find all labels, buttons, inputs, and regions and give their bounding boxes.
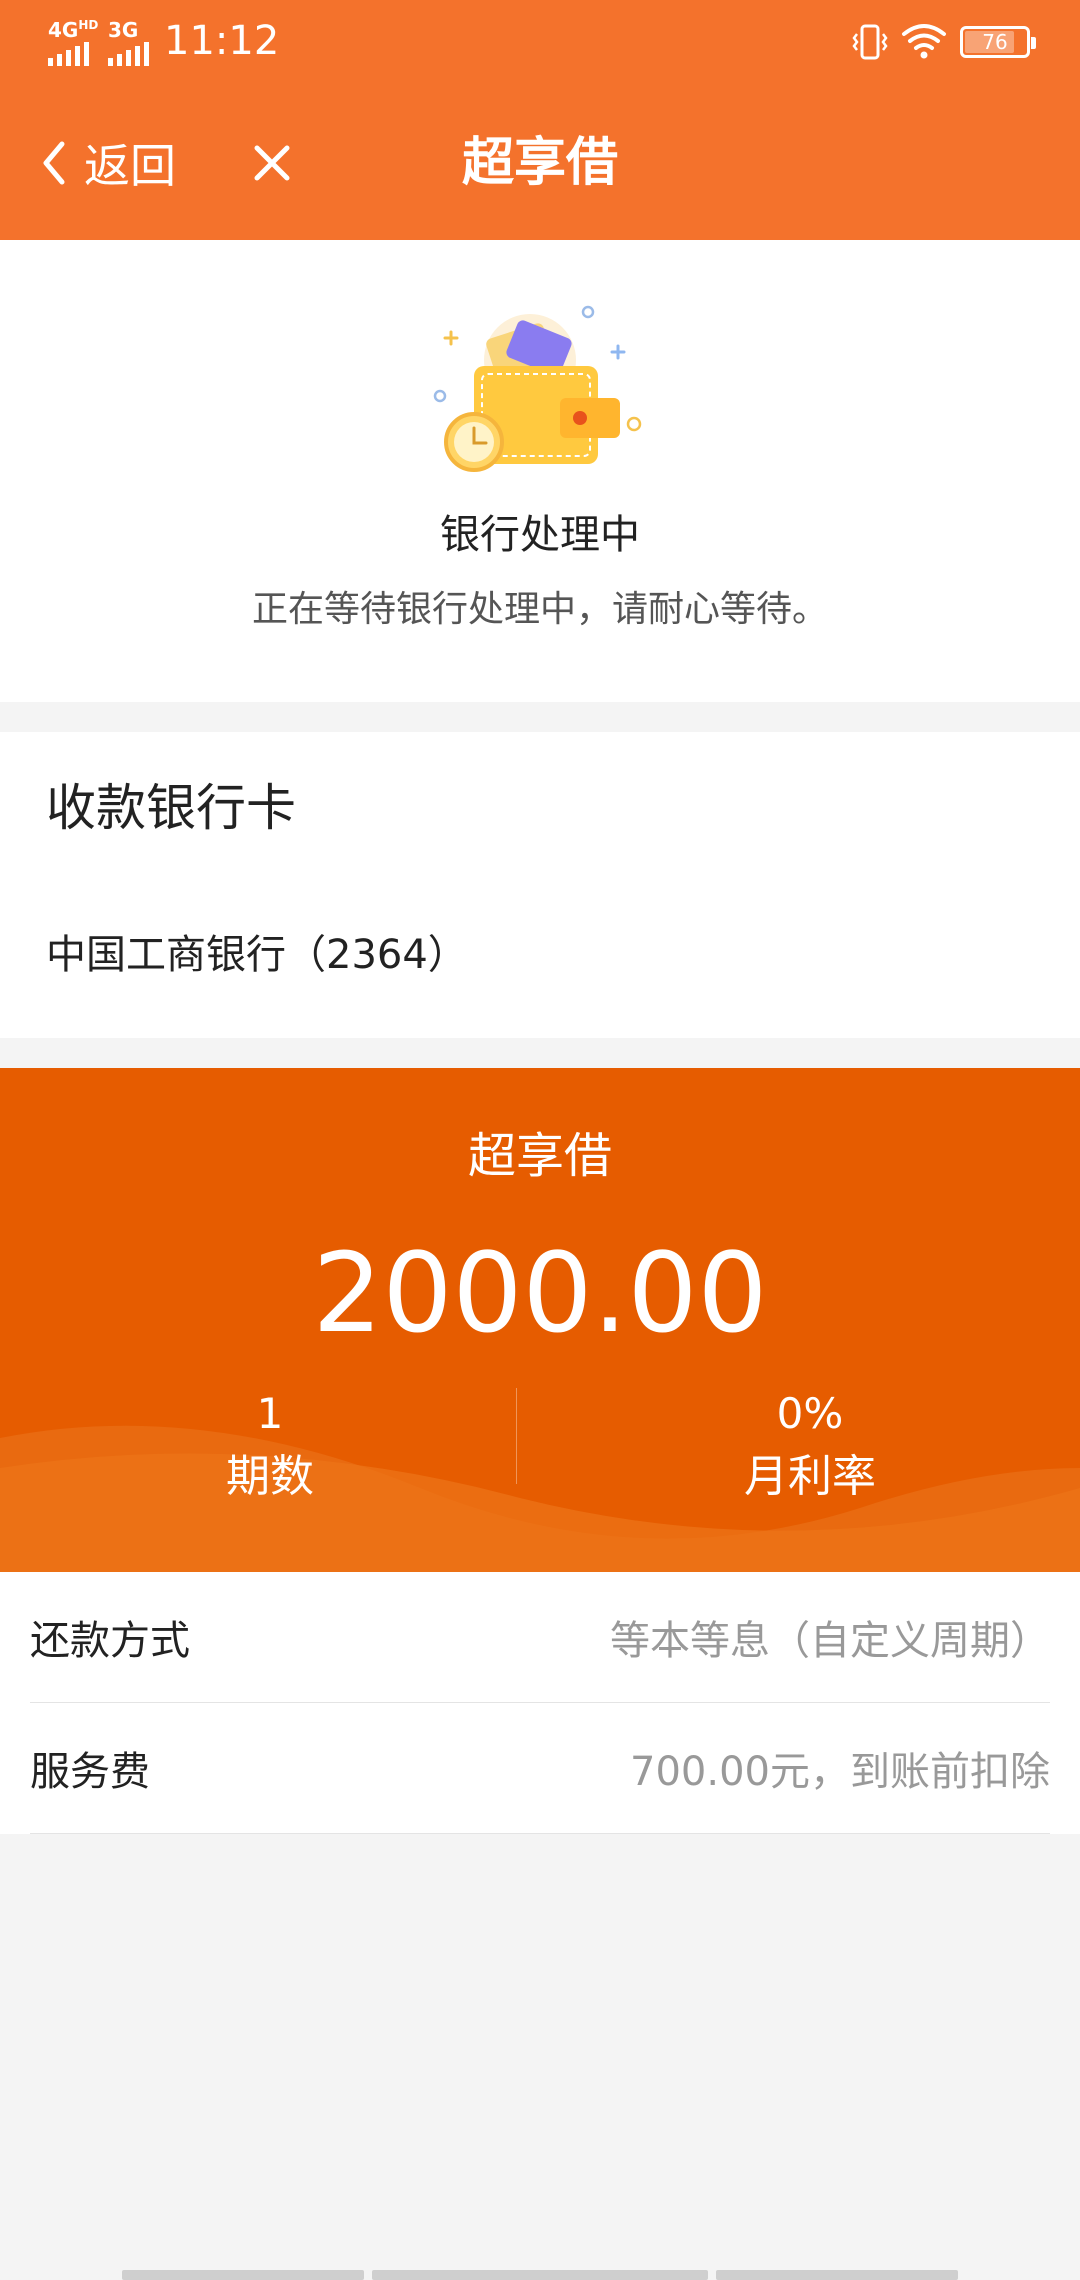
nav-gesture-bar[interactable] (716, 2270, 958, 2280)
periods-label: 期数 (226, 1451, 314, 1502)
rate-stat: 0% 月利率 (540, 1386, 1080, 1508)
bank-account: 中国工商银行（2364） (46, 932, 468, 978)
rate-label: 月利率 (744, 1451, 876, 1502)
battery-icon: 76 (960, 26, 1036, 58)
wifi-icon (902, 24, 946, 59)
status-bar: 4GHD 3G 11:12 76 (0, 0, 1080, 84)
service-fee-row: 服务费 700.00元，到账前扣除 (30, 1703, 1050, 1834)
loan-amount: 2000.00 (312, 1229, 768, 1357)
wallet-illustration-icon (433, 305, 642, 472)
nav-bar: 返回 超享借 (0, 110, 1080, 220)
status-title: 银行处理中 (440, 512, 640, 558)
loan-info-list: 还款方式 等本等息（自定义周期） 服务费 700.00元，到账前扣除 (0, 1572, 1080, 1834)
vibrate-icon (852, 24, 888, 60)
battery-level: 76 (982, 30, 1008, 54)
network-type-4g: 4GHD (48, 18, 99, 42)
processing-status-card: 银行处理中 正在等待银行处理中，请耐心等待。 (0, 240, 1080, 702)
signal-bars-icon (48, 42, 89, 66)
status-description: 正在等待银行处理中，请耐心等待。 (251, 589, 828, 630)
stat-divider (516, 1388, 517, 1484)
service-fee-label: 服务费 (30, 1749, 150, 1795)
periods-value: 1 (256, 1389, 284, 1438)
service-fee-value: 700.00元，到账前扣除 (630, 1749, 1050, 1795)
loan-product-name: 超享借 (467, 1128, 612, 1184)
receiving-bank-card-section: 收款银行卡 中国工商银行（2364） (0, 732, 1080, 1038)
repayment-method-value: 等本等息（自定义周期） (610, 1618, 1050, 1664)
signal-bars-icon (108, 42, 149, 66)
network-type-3g: 3G (108, 18, 139, 42)
loan-summary-panel: 超享借 2000.00 1 期数 0% 月利率 (0, 1068, 1080, 1572)
nav-gesture-bar[interactable] (372, 2270, 708, 2280)
section-title: 收款银行卡 (46, 779, 296, 837)
repayment-method-row: 还款方式 等本等息（自定义周期） (30, 1572, 1050, 1703)
page-title: 超享借 (461, 133, 618, 193)
nav-gesture-bar[interactable] (122, 2270, 364, 2280)
periods-stat: 1 期数 (0, 1386, 540, 1508)
rate-value: 0% (776, 1389, 844, 1438)
status-time: 11:12 (164, 18, 280, 64)
repayment-method-label: 还款方式 (30, 1618, 190, 1664)
